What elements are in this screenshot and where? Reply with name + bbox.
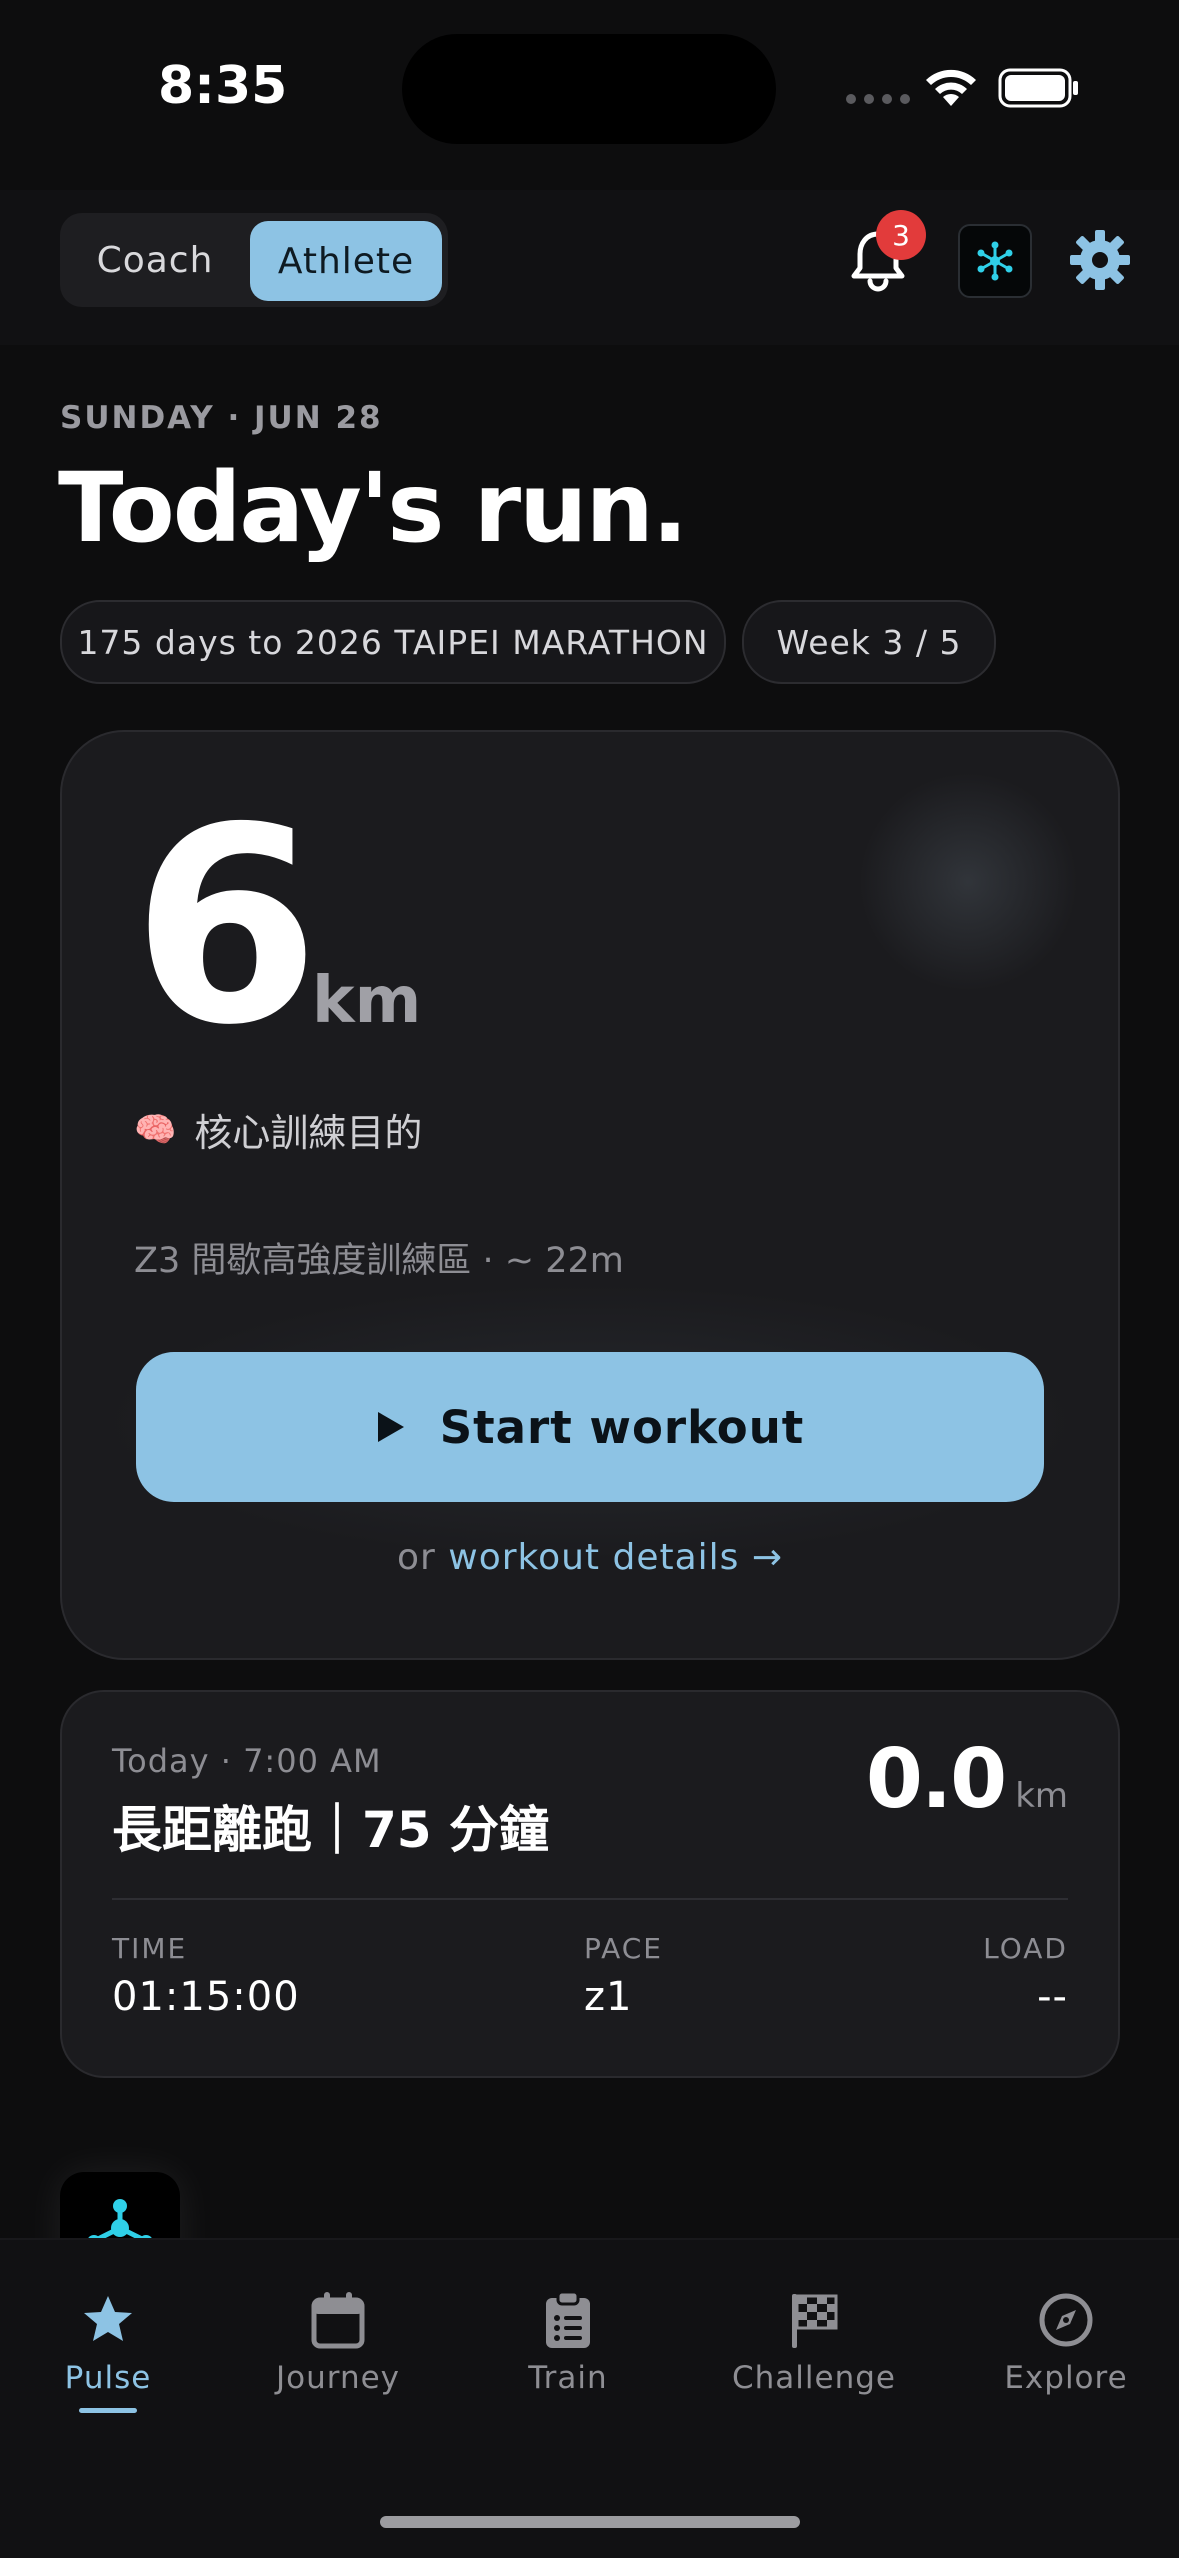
stat-pace-label: PACE bbox=[584, 1932, 663, 1965]
training-purpose: 🧠 核心訓練目的 bbox=[134, 1102, 422, 1157]
mode-coach-button[interactable]: Coach bbox=[60, 213, 250, 307]
workout-time: Today · 7:00 AM bbox=[112, 1742, 382, 1780]
start-workout-button[interactable]: Start workout bbox=[136, 1352, 1044, 1502]
tab-pulse[interactable]: Pulse bbox=[8, 2290, 208, 2413]
cellular-signal-icon bbox=[846, 94, 910, 104]
stat-load-label: LOAD bbox=[983, 1932, 1068, 1965]
workout-distance: 0.0 km bbox=[866, 1732, 1068, 1827]
tab-challenge-label: Challenge bbox=[732, 2360, 896, 2396]
tab-challenge[interactable]: Challenge bbox=[714, 2290, 914, 2396]
workout-distance-value: 0.0 bbox=[865, 1732, 1007, 1827]
tab-pulse-label: Pulse bbox=[64, 2360, 152, 2396]
training-purpose-label: 核心訓練目的 bbox=[194, 1111, 423, 1155]
stat-load-value: -- bbox=[1037, 1974, 1068, 2020]
tab-explore-label: Explore bbox=[1004, 2360, 1128, 2396]
workout-details-row: or workout details → bbox=[62, 1537, 1118, 1578]
home-indicator[interactable] bbox=[380, 2516, 800, 2528]
start-workout-label: Start workout bbox=[439, 1400, 805, 1454]
calendar-icon bbox=[311, 2292, 365, 2349]
gear-icon[interactable] bbox=[1068, 228, 1132, 292]
card-glow bbox=[858, 772, 1078, 992]
battery-icon bbox=[998, 68, 1078, 108]
workout-title: 長距離跑｜75 分鐘 bbox=[112, 1801, 549, 1859]
active-tab-indicator bbox=[79, 2408, 137, 2413]
stat-time-label: TIME bbox=[112, 1932, 188, 1965]
tab-bar: Pulse Journey Train Challenge Explore bbox=[0, 2238, 1179, 2558]
stat-time-value: 01:15:00 bbox=[112, 1974, 300, 2020]
date-label: SUNDAY · JUN 28 bbox=[60, 400, 383, 436]
compass-icon bbox=[1039, 2293, 1093, 2347]
workout-distance-unit: km bbox=[1015, 1776, 1068, 1816]
todays-run-card: 6 km 🧠 核心訓練目的 Z3 間歇高強度訓練區 · ~ 22m Start … bbox=[60, 730, 1120, 1660]
checkered-flag-icon bbox=[792, 2294, 838, 2348]
play-icon bbox=[377, 1412, 404, 1442]
app-logo-button[interactable] bbox=[958, 224, 1032, 298]
clipboard-icon bbox=[546, 2290, 590, 2348]
tab-journey-label: Journey bbox=[275, 2360, 401, 2396]
week-progress-pill: Week 3 / 5 bbox=[742, 600, 996, 684]
tab-journey[interactable]: Journey bbox=[238, 2290, 438, 2396]
wifi-icon bbox=[926, 69, 976, 106]
run-distance: 6 bbox=[132, 769, 320, 1084]
mode-toggle: Coach Athlete bbox=[60, 213, 448, 307]
status-time: 8:35 bbox=[158, 56, 288, 116]
divider bbox=[112, 1898, 1068, 1900]
details-prefix: or bbox=[396, 1537, 436, 1578]
network-logo-icon bbox=[977, 241, 1013, 281]
run-distance-unit: km bbox=[312, 964, 422, 1038]
mode-athlete-button[interactable]: Athlete bbox=[250, 221, 442, 301]
scheduled-workout-card[interactable]: Today · 7:00 AM 長距離跑｜75 分鐘 0.0 km TIME 0… bbox=[60, 1690, 1120, 2078]
dynamic-island bbox=[402, 34, 776, 144]
workout-details-link[interactable]: workout details → bbox=[448, 1537, 783, 1578]
tab-train[interactable]: Train bbox=[468, 2290, 668, 2396]
race-countdown-pill: 175 days to 2026 TAIPEI MARATHON bbox=[60, 600, 726, 684]
brain-icon: 🧠 bbox=[134, 1109, 177, 1150]
page-title: Today's run. bbox=[58, 452, 688, 564]
star-icon bbox=[84, 2296, 132, 2341]
tab-explore[interactable]: Explore bbox=[966, 2290, 1166, 2396]
notification-badge: 3 bbox=[876, 210, 926, 260]
tab-train-label: Train bbox=[528, 2360, 608, 2396]
stat-pace-value: z1 bbox=[584, 1974, 633, 2020]
